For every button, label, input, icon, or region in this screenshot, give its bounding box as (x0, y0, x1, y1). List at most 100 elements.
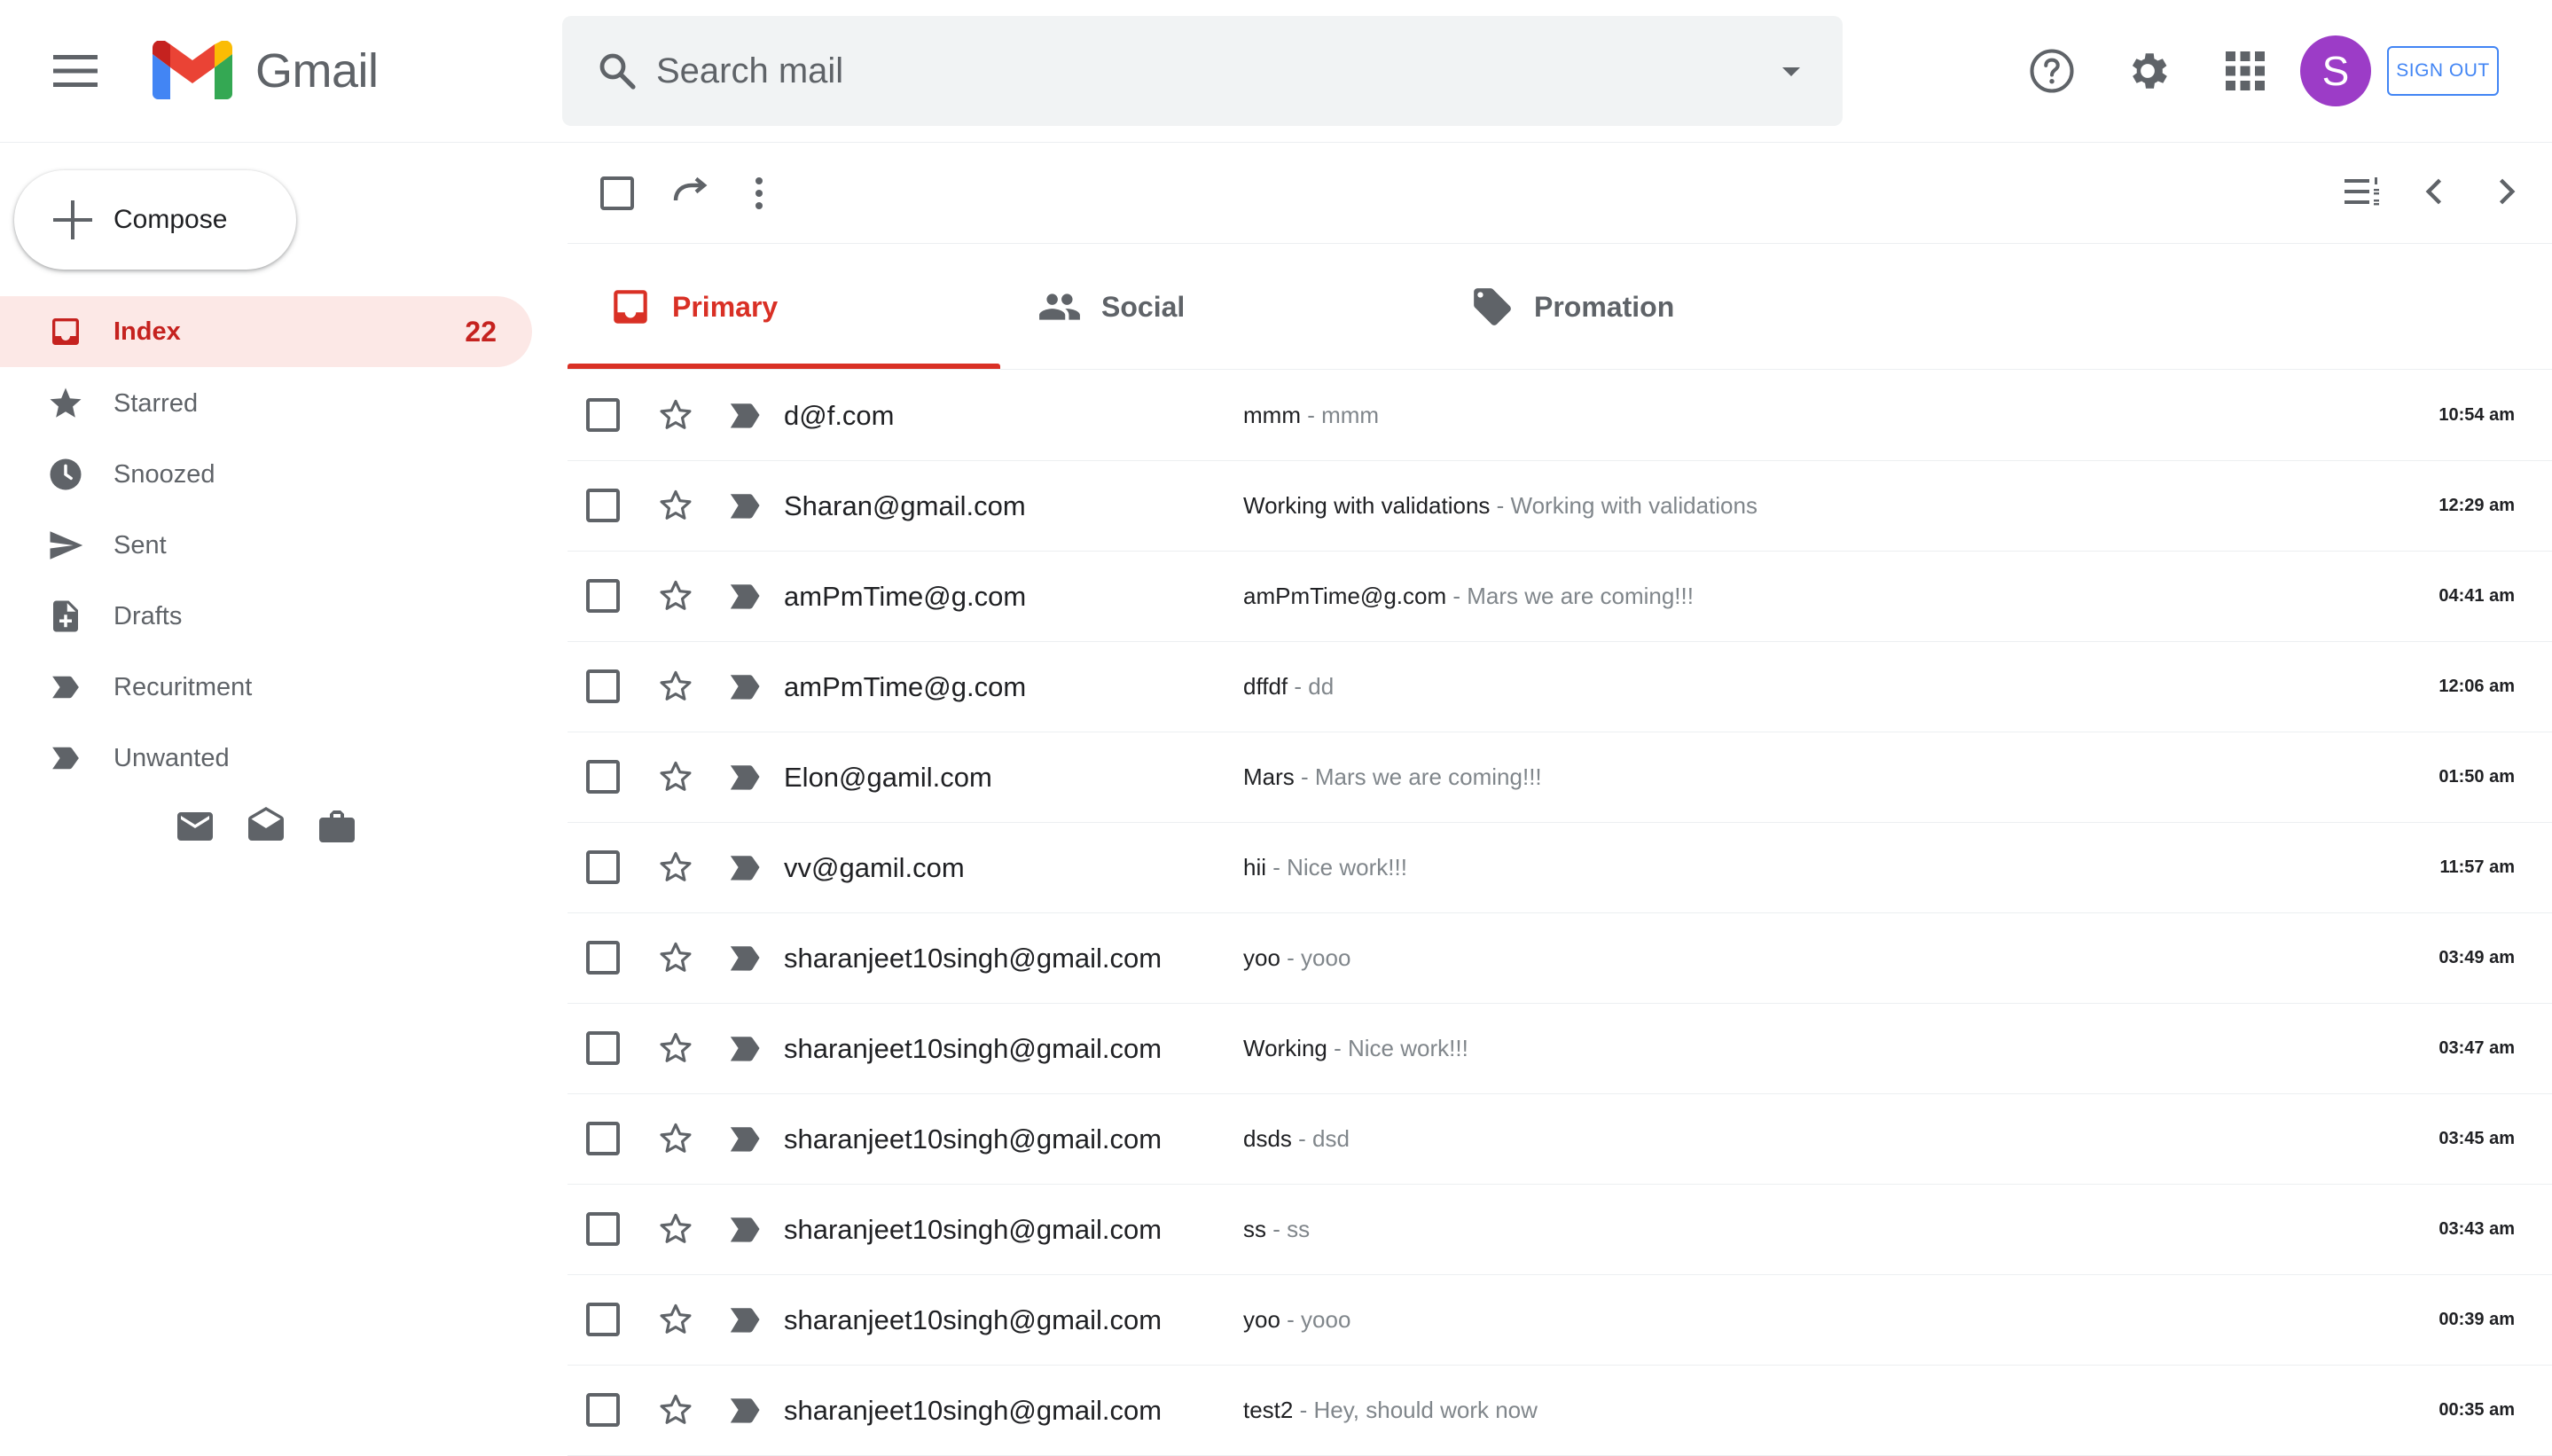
gmail-logo-icon[interactable] (153, 41, 232, 99)
chevron-right-icon (2486, 172, 2525, 211)
email-row[interactable]: vv@gamil.com hii - Nice work!!! 11:57 am (568, 823, 2552, 913)
importance-marker-icon[interactable] (727, 849, 766, 885)
star-outline-icon[interactable] (656, 848, 695, 887)
tab-social[interactable]: Social (1037, 245, 1185, 369)
sidebar-item-sent[interactable]: Sent (0, 510, 532, 581)
star-outline-icon[interactable] (656, 667, 695, 706)
sidebar-item-unwanted[interactable]: Unwanted (0, 723, 532, 794)
star-outline-icon[interactable] (656, 1390, 695, 1429)
importance-marker-icon[interactable] (727, 1392, 766, 1428)
apps-button[interactable] (2217, 43, 2274, 99)
email-row[interactable]: d@f.com mmm - mmm 10:54 am (568, 371, 2552, 461)
email-time: 12:29 am (2438, 496, 2515, 515)
email-snippet: Mars we are coming!!! (1314, 763, 1542, 790)
row-checkbox[interactable] (585, 1121, 621, 1156)
email-snippet: ss (1287, 1216, 1311, 1242)
importance-marker-icon[interactable] (727, 1302, 766, 1337)
help-button[interactable] (2024, 43, 2080, 99)
email-subject-line: Mars - Mars we are coming!!! (1243, 763, 1542, 791)
email-sender: Sharan@gmail.com (784, 489, 1026, 521)
importance-marker-icon[interactable] (727, 1211, 766, 1247)
email-subject: test2 (1243, 1397, 1294, 1423)
sidebar-item-label: Snoozed (114, 459, 215, 489)
email-subject: mmm (1243, 402, 1301, 428)
row-checkbox[interactable] (585, 1302, 621, 1337)
sidebar-item-snoozed[interactable]: Snoozed (0, 439, 532, 510)
more-options-button[interactable] (732, 167, 786, 220)
email-row[interactable]: sharanjeet10singh@gmail.com yoo - yooo 0… (568, 913, 2552, 1004)
sidebar-item-starred[interactable]: Starred (0, 368, 532, 439)
star-outline-icon[interactable] (656, 576, 695, 615)
label-icon (44, 666, 87, 708)
search-options-dropdown[interactable] (1770, 50, 1812, 92)
star-outline-icon[interactable] (656, 486, 695, 525)
search-input[interactable] (656, 39, 1720, 103)
email-row[interactable]: sharanjeet10singh@gmail.com dsds - dsd 0… (568, 1094, 2552, 1185)
row-checkbox[interactable] (585, 578, 621, 614)
row-checkbox[interactable] (585, 759, 621, 795)
row-checkbox[interactable] (585, 488, 621, 523)
email-row[interactable]: amPmTime@g.com dffdf - dd 12:06 am (568, 642, 2552, 732)
star-outline-icon[interactable] (656, 1029, 695, 1068)
search-icon[interactable] (596, 50, 638, 92)
star-outline-icon[interactable] (656, 757, 695, 796)
email-sender: sharanjeet10singh@gmail.com (784, 1303, 1162, 1335)
settings-button[interactable] (2119, 43, 2176, 99)
compose-button[interactable]: Compose (14, 170, 296, 270)
email-time: 00:39 am (2438, 1310, 2515, 1329)
refresh-button[interactable] (663, 167, 716, 220)
row-checkbox[interactable] (585, 1392, 621, 1428)
main-menu-button[interactable] (49, 44, 102, 98)
older-page-button[interactable] (2479, 165, 2532, 218)
star-outline-icon[interactable] (656, 1300, 695, 1339)
star-outline-icon[interactable] (656, 395, 695, 434)
row-checkbox[interactable] (585, 669, 621, 704)
row-checkbox[interactable] (585, 1211, 621, 1247)
sign-out-button[interactable]: SIGN OUT (2387, 46, 2499, 96)
row-checkbox[interactable] (585, 1030, 621, 1066)
account-avatar[interactable]: S (2300, 35, 2371, 106)
email-row[interactable]: sharanjeet10singh@gmail.com Working - Ni… (568, 1004, 2552, 1094)
email-row[interactable]: Sharan@gmail.com Working with validation… (568, 461, 2552, 552)
subject-separator: - (1446, 583, 1468, 609)
row-checkbox[interactable] (585, 397, 621, 433)
importance-marker-icon[interactable] (727, 1121, 766, 1156)
row-checkbox[interactable] (585, 940, 621, 975)
importance-marker-icon[interactable] (727, 488, 766, 523)
subject-separator: - (1327, 1035, 1348, 1061)
briefcase-icon[interactable] (316, 805, 358, 848)
label-icon (44, 737, 87, 779)
tab-promation[interactable]: Promation (1470, 245, 1674, 369)
star-outline-icon[interactable] (656, 1209, 695, 1249)
importance-marker-icon[interactable] (727, 669, 766, 704)
tab-primary[interactable]: Primary (608, 245, 778, 369)
sidebar-bottom-icons (174, 805, 358, 848)
email-row[interactable]: amPmTime@g.com amPmTime@g.com - Mars we … (568, 552, 2552, 642)
sidebar-item-drafts[interactable]: Drafts (0, 581, 532, 652)
email-sender: sharanjeet10singh@gmail.com (784, 1123, 1162, 1155)
sidebar-item-recuritment[interactable]: Recuritment (0, 652, 532, 723)
select-all-checkbox[interactable] (591, 167, 644, 220)
star-outline-icon[interactable] (656, 938, 695, 977)
subject-separator: - (1490, 492, 1511, 519)
importance-marker-icon[interactable] (727, 1030, 766, 1066)
importance-marker-icon[interactable] (727, 578, 766, 614)
mail-icon[interactable] (174, 805, 216, 848)
email-row[interactable]: sharanjeet10singh@gmail.com yoo - yooo 0… (568, 1275, 2552, 1366)
row-checkbox[interactable] (585, 849, 621, 885)
email-row[interactable]: sharanjeet10singh@gmail.com ss - ss 03:4… (568, 1185, 2552, 1275)
importance-marker-icon[interactable] (727, 759, 766, 795)
newer-page-button[interactable] (2408, 165, 2462, 218)
star-icon (44, 382, 87, 425)
email-snippet: Hey, should work now (1313, 1397, 1538, 1423)
email-row[interactable]: Elon@gamil.com Mars - Mars we are coming… (568, 732, 2552, 823)
sidebar-item-index[interactable]: Index 22 (0, 296, 532, 367)
drafts-open-icon[interactable] (245, 805, 287, 848)
star-outline-icon[interactable] (656, 1119, 695, 1158)
email-sender: amPmTime@g.com (784, 670, 1027, 702)
importance-marker-icon[interactable] (727, 940, 766, 975)
density-toggle-button[interactable] (2336, 165, 2389, 218)
email-subject-line: ss - ss (1243, 1216, 1310, 1243)
importance-marker-icon[interactable] (727, 397, 766, 433)
email-row[interactable]: sharanjeet10singh@gmail.com test2 - Hey,… (568, 1366, 2552, 1456)
